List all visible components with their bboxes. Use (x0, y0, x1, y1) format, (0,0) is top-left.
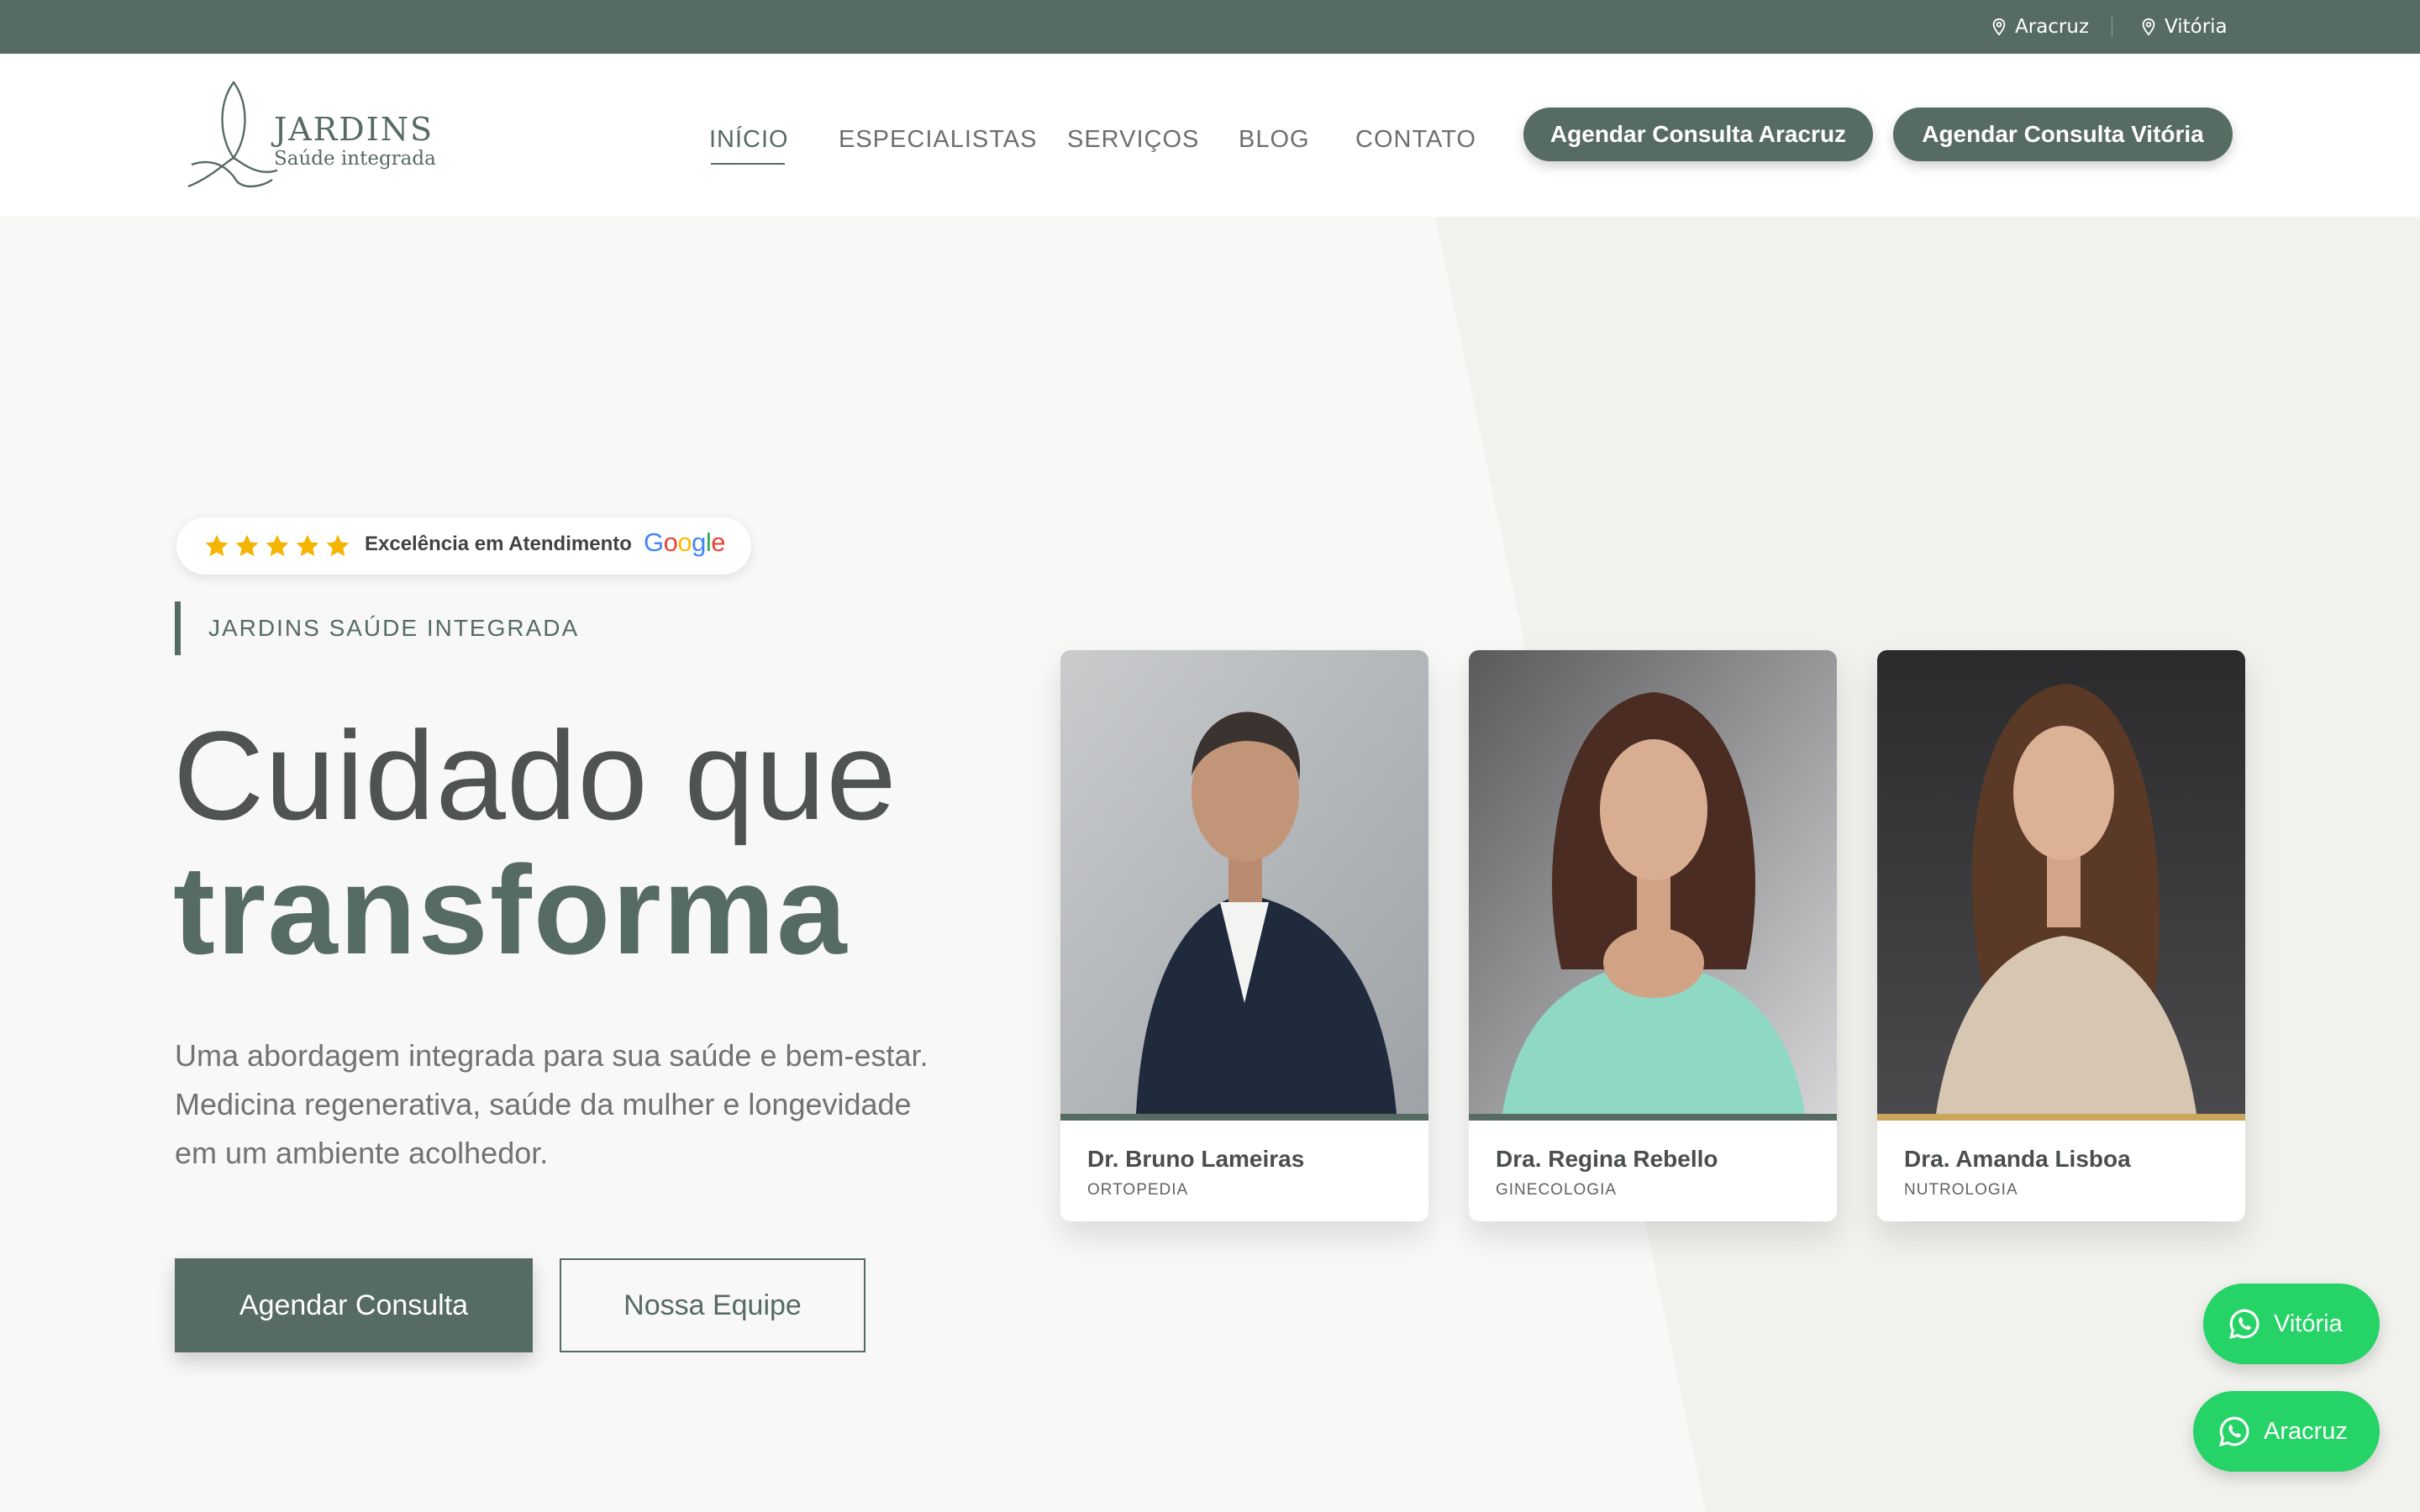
location-link-vitoria[interactable]: Vitória (2139, 12, 2228, 42)
hero-description: Uma abordagem integrada para sua saúde e… (175, 1032, 956, 1178)
whatsapp-icon (2229, 1309, 2260, 1339)
google-rating-badge: Excelência em Atendimento Google (176, 517, 751, 575)
doctor-specialty: NUTROLOGIA (1904, 1181, 2018, 1199)
nav-item-contato[interactable]: CONTATO (1355, 121, 1476, 158)
google-logo: Google (644, 528, 726, 558)
doctor-card[interactable]: Dra. Amanda Lisboa NUTROLOGIA (1877, 650, 2245, 1221)
logo-tagline: Saúde integrada (274, 148, 436, 170)
schedule-consultation-button[interactable]: Agendar Consulta (175, 1258, 533, 1352)
doctor-card[interactable]: Dra. Regina Rebello GINECOLOGIA (1469, 650, 1837, 1221)
schedule-vitoria-button[interactable]: Agendar Consulta Vitória (1893, 108, 2233, 161)
star-icon (326, 534, 350, 557)
whatsapp-label: Vitória (2274, 1310, 2343, 1337)
nav-active-indicator (711, 163, 785, 165)
doctor-photo (1060, 650, 1428, 1114)
hero-description-line: em um ambiente acolhedor. (175, 1136, 549, 1170)
main-header: JARDINS Saúde integrada INÍCIO ESPECIALI… (0, 54, 2420, 217)
whatsapp-aracruz-button[interactable]: Aracruz (2193, 1391, 2380, 1472)
map-pin-icon (1992, 18, 2006, 36)
logo[interactable]: JARDINS Saúde integrada (185, 77, 437, 192)
nav-item-servicos[interactable]: SERVIÇOS (1067, 121, 1199, 158)
map-pin-icon (2142, 18, 2155, 36)
card-accent-line (1060, 1114, 1428, 1121)
nav-item-especialistas[interactable]: ESPECIALISTAS (839, 121, 1038, 158)
doctor-specialty: GINECOLOGIA (1496, 1181, 1618, 1199)
schedule-aracruz-button[interactable]: Agendar Consulta Aracruz (1523, 108, 1873, 161)
star-icon (296, 534, 319, 557)
doctor-photo (1469, 650, 1837, 1114)
eyebrow-accent-bar (175, 601, 181, 655)
hero-eyebrow: JARDINS SAÚDE INTEGRADA (208, 615, 580, 641)
star-icon (205, 534, 229, 557)
logo-mark-icon (187, 80, 277, 188)
doctor-specialty: ORTOPEDIA (1087, 1181, 1189, 1199)
hero-description-line: Uma abordagem integrada para sua saúde e… (175, 1038, 929, 1073)
whatsapp-vitoria-button[interactable]: Vitória (2203, 1284, 2380, 1364)
top-bar: Aracruz Vitória (0, 0, 2420, 54)
nav-item-inicio[interactable]: INÍCIO (709, 121, 789, 158)
our-team-button[interactable]: Nossa Equipe (560, 1258, 865, 1352)
whatsapp-icon (2219, 1416, 2249, 1446)
location-link-aracruz[interactable]: Aracruz (1990, 12, 2089, 42)
badge-text: Excelência em Atendimento (365, 533, 632, 555)
card-accent-line (1877, 1114, 2245, 1121)
nav-item-blog[interactable]: BLOG (1239, 121, 1310, 158)
whatsapp-label: Aracruz (2264, 1417, 2348, 1445)
hero-title-light: Cuidado que (173, 705, 897, 846)
star-icon (235, 534, 259, 557)
hero-title-bold: transforma (173, 839, 849, 980)
doctor-photo (1877, 650, 2245, 1114)
star-icon (266, 534, 289, 557)
location-label: Vitória (2165, 16, 2228, 38)
rating-stars (203, 533, 351, 559)
doctor-name: Dra. Regina Rebello (1496, 1146, 1718, 1172)
location-label: Aracruz (2015, 16, 2090, 38)
doctor-name: Dra. Amanda Lisboa (1904, 1146, 2131, 1172)
hero-description-line: Medicina regenerativa, saúde da mulher e… (175, 1087, 912, 1121)
logo-title: JARDINS (274, 111, 434, 148)
doctor-card[interactable]: Dr. Bruno Lameiras ORTOPEDIA (1060, 650, 1428, 1221)
card-accent-line (1469, 1114, 1837, 1121)
doctor-name: Dr. Bruno Lameiras (1087, 1146, 1305, 1172)
google-wordmark: Google (644, 528, 726, 557)
